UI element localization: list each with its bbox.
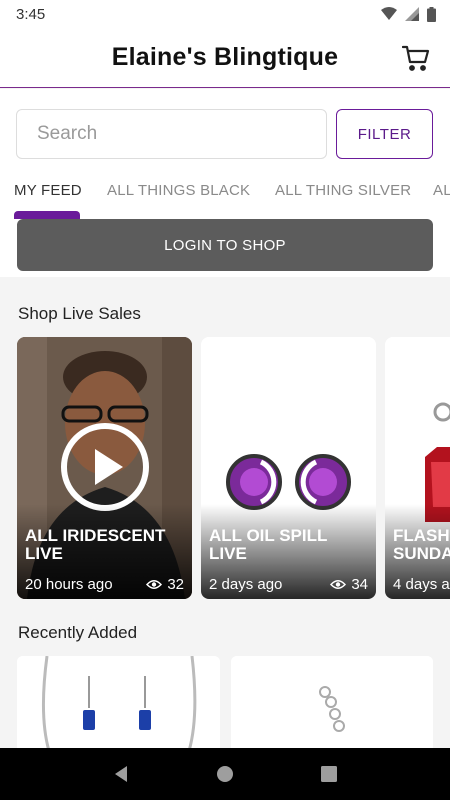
- card-time: 20 hours ago: [25, 576, 113, 593]
- tab-my-feed[interactable]: MY FEED: [14, 182, 82, 199]
- section-title-live-sales: Shop Live Sales: [18, 304, 141, 323]
- card-title: FLASH SUNDA: [393, 526, 450, 563]
- cart-button[interactable]: [401, 44, 430, 72]
- login-area: LOGIN TO SHOP: [0, 219, 450, 277]
- app-title: Elaine's Blingtique: [111, 43, 339, 71]
- signal-icon: [405, 7, 419, 21]
- search-box[interactable]: [16, 109, 327, 159]
- card-meta: 2 days ago 34: [209, 576, 368, 593]
- live-sale-card[interactable]: ALL IRIDESCENT LIVE 20 hours ago 32: [17, 337, 192, 599]
- status-time: 3:45: [16, 5, 46, 23]
- tab-all-things-black[interactable]: ALL THINGS BLACK: [107, 182, 250, 199]
- category-tabs: MY FEED ALL THINGS BLACK ALL THING SILVE…: [0, 163, 450, 219]
- card-meta: 20 hours ago 32: [25, 576, 184, 593]
- filter-button[interactable]: FILTER: [336, 109, 433, 159]
- cart-icon: [401, 45, 430, 71]
- view-count: 32: [146, 576, 184, 593]
- battery-icon: [427, 6, 436, 22]
- live-sale-card[interactable]: ALL OIL SPILL LIVE 2 days ago 34: [201, 337, 376, 599]
- recents-icon[interactable]: [320, 766, 337, 782]
- section-title-recently-added: Recently Added: [18, 623, 138, 642]
- back-icon[interactable]: [113, 765, 129, 783]
- play-icon: [95, 449, 123, 485]
- home-icon[interactable]: [216, 765, 234, 783]
- active-tab-indicator: [14, 211, 80, 219]
- view-count-value: 34: [351, 576, 368, 593]
- app-header: Elaine's Blingtique: [0, 28, 450, 88]
- wifi-icon: [381, 7, 397, 20]
- card-time: 2 days ago: [209, 576, 283, 593]
- app-screen: 3:45 Elaine's Blingtique FILTER MY FEED …: [0, 0, 450, 800]
- tab-all-thing-silver[interactable]: ALL THING SILVER: [275, 182, 411, 199]
- card-title: ALL IRIDESCENT LIVE: [25, 526, 166, 563]
- live-sale-card[interactable]: FLASH SUNDA 4 days a: [385, 337, 450, 599]
- eye-icon: [330, 580, 347, 589]
- status-bar: 3:45: [0, 0, 450, 28]
- status-icons: [381, 6, 436, 22]
- card-meta: 4 days a: [393, 576, 450, 593]
- search-area: FILTER: [0, 89, 450, 163]
- card-time: 4 days a: [393, 576, 450, 593]
- view-count-value: 32: [167, 576, 184, 593]
- view-count: 34: [330, 576, 368, 593]
- eye-icon: [146, 580, 163, 589]
- login-to-shop-button[interactable]: LOGIN TO SHOP: [17, 219, 433, 271]
- search-input[interactable]: [37, 123, 326, 145]
- card-title: ALL OIL SPILL LIVE: [209, 526, 328, 563]
- tab-overflow[interactable]: AL: [433, 182, 450, 199]
- system-nav-bar: [0, 748, 450, 800]
- play-button[interactable]: [61, 423, 149, 511]
